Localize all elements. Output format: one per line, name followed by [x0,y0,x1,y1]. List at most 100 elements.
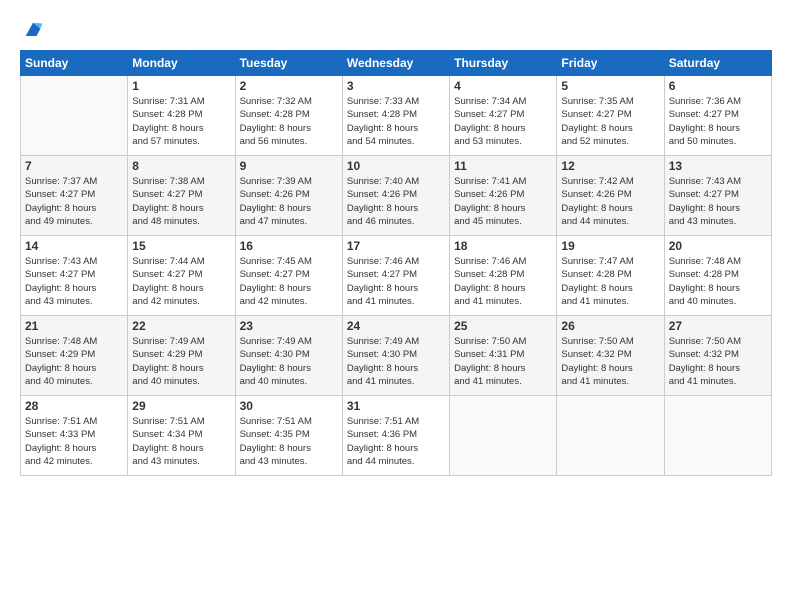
calendar-cell: 31 Sunrise: 7:51 AM Sunset: 4:36 PM Dayli… [342,396,449,476]
day-number: 5 [561,79,659,93]
day-number: 23 [240,319,338,333]
header [20,18,772,40]
calendar-cell: 23 Sunrise: 7:49 AM Sunset: 4:30 PM Dayli… [235,316,342,396]
calendar-cell: 8 Sunrise: 7:38 AM Sunset: 4:27 PM Daylig… [128,156,235,236]
calendar-week-row: 7Sunrise: 7:37 AM Sunset: 4:27 PM Daylig… [21,156,772,236]
day-number: 27 [669,319,767,333]
calendar-cell [664,396,771,476]
day-info: Sunrise: 7:49 AM Sunset: 4:29 PM Dayligh… [132,335,230,388]
day-number: 4 [454,79,552,93]
calendar-cell: 22 Sunrise: 7:49 AM Sunset: 4:29 PM Dayli… [128,316,235,396]
calendar-cell: 19 Sunrise: 7:47 AM Sunset: 4:28 PM Dayli… [557,236,664,316]
calendar-cell: 12 Sunrise: 7:42 AM Sunset: 4:26 PM Dayli… [557,156,664,236]
day-info: Sunrise: 7:45 AM Sunset: 4:27 PM Dayligh… [240,255,338,308]
calendar-cell: 20Sunrise: 7:48 AM Sunset: 4:28 PM Dayli… [664,236,771,316]
calendar-cell: 1 Sunrise: 7:31 AM Sunset: 4:28 PM Daylig… [128,76,235,156]
calendar-cell [557,396,664,476]
calendar-cell: 15 Sunrise: 7:44 AM Sunset: 4:27 PM Dayli… [128,236,235,316]
day-info: Sunrise: 7:41 AM Sunset: 4:26 PM Dayligh… [454,175,552,228]
calendar-cell: 2Sunrise: 7:32 AM Sunset: 4:28 PM Daylig… [235,76,342,156]
day-info: Sunrise: 7:31 AM Sunset: 4:28 PM Dayligh… [132,95,230,148]
calendar-header-friday: Friday [557,51,664,76]
day-number: 6 [669,79,767,93]
day-info: Sunrise: 7:44 AM Sunset: 4:27 PM Dayligh… [132,255,230,308]
day-number: 12 [561,159,659,173]
day-info: Sunrise: 7:46 AM Sunset: 4:27 PM Dayligh… [347,255,445,308]
day-info: Sunrise: 7:49 AM Sunset: 4:30 PM Dayligh… [347,335,445,388]
calendar-week-row: 28Sunrise: 7:51 AM Sunset: 4:33 PM Dayli… [21,396,772,476]
day-number: 13 [669,159,767,173]
page: SundayMondayTuesdayWednesdayThursdayFrid… [0,0,792,612]
day-number: 11 [454,159,552,173]
day-number: 31 [347,399,445,413]
day-info: Sunrise: 7:51 AM Sunset: 4:34 PM Dayligh… [132,415,230,468]
day-info: Sunrise: 7:51 AM Sunset: 4:33 PM Dayligh… [25,415,123,468]
calendar-header-row: SundayMondayTuesdayWednesdayThursdayFrid… [21,51,772,76]
day-info: Sunrise: 7:33 AM Sunset: 4:28 PM Dayligh… [347,95,445,148]
day-info: Sunrise: 7:50 AM Sunset: 4:31 PM Dayligh… [454,335,552,388]
day-info: Sunrise: 7:51 AM Sunset: 4:36 PM Dayligh… [347,415,445,468]
day-number: 22 [132,319,230,333]
day-info: Sunrise: 7:49 AM Sunset: 4:30 PM Dayligh… [240,335,338,388]
calendar-cell: 3 Sunrise: 7:33 AM Sunset: 4:28 PM Daylig… [342,76,449,156]
calendar-header-wednesday: Wednesday [342,51,449,76]
calendar-cell: 10 Sunrise: 7:40 AM Sunset: 4:26 PM Dayli… [342,156,449,236]
calendar-cell: 11 Sunrise: 7:41 AM Sunset: 4:26 PM Dayli… [450,156,557,236]
calendar-cell: 24 Sunrise: 7:49 AM Sunset: 4:30 PM Dayli… [342,316,449,396]
calendar-header-tuesday: Tuesday [235,51,342,76]
calendar-cell: 6 Sunrise: 7:36 AM Sunset: 4:27 PM Daylig… [664,76,771,156]
day-number: 29 [132,399,230,413]
day-number: 2 [240,79,338,93]
day-number: 24 [347,319,445,333]
day-number: 14 [25,239,123,253]
calendar-header-sunday: Sunday [21,51,128,76]
day-number: 3 [347,79,445,93]
calendar-cell: 7Sunrise: 7:37 AM Sunset: 4:27 PM Daylig… [21,156,128,236]
calendar-cell: 28Sunrise: 7:51 AM Sunset: 4:33 PM Dayli… [21,396,128,476]
day-info: Sunrise: 7:50 AM Sunset: 4:32 PM Dayligh… [669,335,767,388]
calendar-cell: 29 Sunrise: 7:51 AM Sunset: 4:34 PM Dayli… [128,396,235,476]
day-info: Sunrise: 7:50 AM Sunset: 4:32 PM Dayligh… [561,335,659,388]
calendar-header-saturday: Saturday [664,51,771,76]
calendar: SundayMondayTuesdayWednesdayThursdayFrid… [20,50,772,476]
calendar-cell: 13Sunrise: 7:43 AM Sunset: 4:27 PM Dayli… [664,156,771,236]
day-info: Sunrise: 7:51 AM Sunset: 4:35 PM Dayligh… [240,415,338,468]
day-number: 19 [561,239,659,253]
day-number: 10 [347,159,445,173]
day-number: 30 [240,399,338,413]
calendar-cell: 16 Sunrise: 7:45 AM Sunset: 4:27 PM Dayli… [235,236,342,316]
day-number: 15 [132,239,230,253]
day-number: 18 [454,239,552,253]
day-info: Sunrise: 7:47 AM Sunset: 4:28 PM Dayligh… [561,255,659,308]
day-info: Sunrise: 7:35 AM Sunset: 4:27 PM Dayligh… [561,95,659,148]
calendar-cell [450,396,557,476]
calendar-cell: 17 Sunrise: 7:46 AM Sunset: 4:27 PM Dayli… [342,236,449,316]
day-number: 8 [132,159,230,173]
day-info: Sunrise: 7:43 AM Sunset: 4:27 PM Dayligh… [25,255,123,308]
calendar-cell: 5 Sunrise: 7:35 AM Sunset: 4:27 PM Daylig… [557,76,664,156]
day-info: Sunrise: 7:34 AM Sunset: 4:27 PM Dayligh… [454,95,552,148]
logo [20,18,44,40]
day-number: 1 [132,79,230,93]
calendar-cell: 26 Sunrise: 7:50 AM Sunset: 4:32 PM Dayli… [557,316,664,396]
calendar-week-row: 14 Sunrise: 7:43 AM Sunset: 4:27 PM Dayli… [21,236,772,316]
day-info: Sunrise: 7:37 AM Sunset: 4:27 PM Dayligh… [25,175,123,228]
day-number: 17 [347,239,445,253]
day-info: Sunrise: 7:42 AM Sunset: 4:26 PM Dayligh… [561,175,659,228]
calendar-header-thursday: Thursday [450,51,557,76]
day-info: Sunrise: 7:36 AM Sunset: 4:27 PM Dayligh… [669,95,767,148]
day-info: Sunrise: 7:40 AM Sunset: 4:26 PM Dayligh… [347,175,445,228]
day-info: Sunrise: 7:48 AM Sunset: 4:28 PM Dayligh… [669,255,767,308]
day-number: 26 [561,319,659,333]
calendar-cell: 9Sunrise: 7:39 AM Sunset: 4:26 PM Daylig… [235,156,342,236]
calendar-cell: 18Sunrise: 7:46 AM Sunset: 4:28 PM Dayli… [450,236,557,316]
day-number: 16 [240,239,338,253]
calendar-cell: 27 Sunrise: 7:50 AM Sunset: 4:32 PM Dayli… [664,316,771,396]
day-info: Sunrise: 7:38 AM Sunset: 4:27 PM Dayligh… [132,175,230,228]
day-info: Sunrise: 7:48 AM Sunset: 4:29 PM Dayligh… [25,335,123,388]
calendar-week-row: 1 Sunrise: 7:31 AM Sunset: 4:28 PM Daylig… [21,76,772,156]
day-number: 21 [25,319,123,333]
calendar-header-monday: Monday [128,51,235,76]
day-info: Sunrise: 7:39 AM Sunset: 4:26 PM Dayligh… [240,175,338,228]
calendar-cell: 30 Sunrise: 7:51 AM Sunset: 4:35 PM Dayli… [235,396,342,476]
